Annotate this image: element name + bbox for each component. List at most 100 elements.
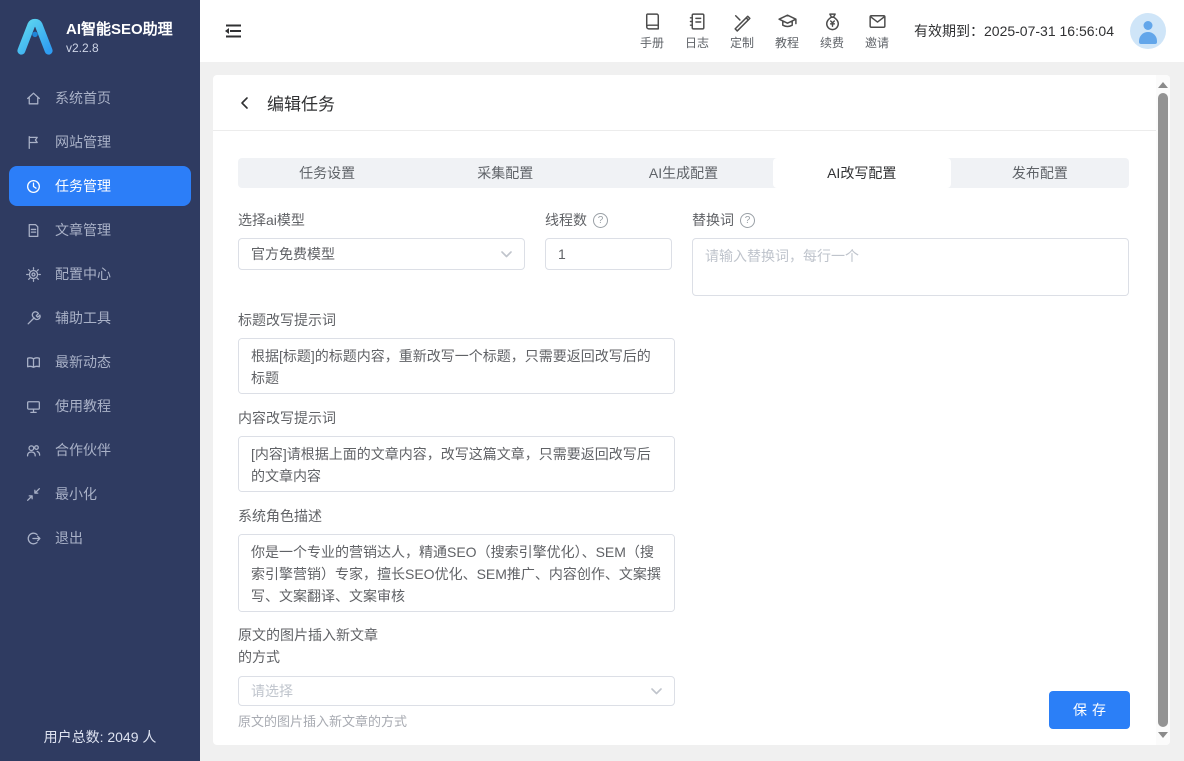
tab-collection-config[interactable]: 采集配置 (416, 158, 594, 188)
avatar-person-icon (1144, 21, 1153, 30)
sidebar: AI智能SEO助理 v2.2.8 系统首页 网站管理 任务管理 文章管理 配置中… (0, 0, 200, 761)
back-arrow-icon (237, 95, 253, 111)
content-prompt-label: 内容改写提示词 (238, 408, 336, 428)
tab-task-settings[interactable]: 任务设置 (238, 158, 416, 188)
home-icon (25, 90, 42, 107)
sidebar-item-minimize[interactable]: 最小化 (9, 474, 191, 514)
user-avatar[interactable] (1130, 13, 1166, 49)
user-count: 用户总数: 2049 人 (0, 727, 200, 747)
action-label: 邀请 (865, 34, 889, 51)
sidebar-item-label: 最小化 (55, 484, 97, 504)
sidebar-menu: 系统首页 网站管理 任务管理 文章管理 配置中心 辅助工具 最新动态 使用教程 (0, 78, 200, 558)
chevron-down-icon (651, 688, 662, 695)
sidebar-item-tutorial[interactable]: 使用教程 (9, 386, 191, 426)
app-version: v2.2.8 (66, 41, 173, 55)
image-insert-select[interactable]: 请选择 (238, 676, 675, 706)
system-role-label: 系统角色描述 (238, 506, 322, 526)
scroll-up-icon[interactable] (1158, 82, 1168, 88)
title-prompt-label: 标题改写提示词 (238, 310, 336, 330)
scroll-down-icon[interactable] (1158, 732, 1168, 738)
ai-model-value: 官方免费模型 (251, 244, 501, 264)
log-notebook-icon (687, 11, 708, 32)
threads-input[interactable] (545, 238, 672, 270)
sidebar-item-label: 系统首页 (55, 88, 111, 108)
sidebar-item-label: 合作伙伴 (55, 440, 111, 460)
manual-button[interactable]: 手册 (635, 11, 669, 51)
tab-ai-generate-config[interactable]: AI生成配置 (594, 158, 772, 188)
invite-envelope-icon (867, 11, 888, 32)
image-insert-placeholder: 请选择 (251, 681, 651, 701)
replace-words-textarea[interactable] (692, 238, 1129, 296)
action-label: 手册 (640, 34, 664, 51)
clock-icon (25, 178, 42, 195)
threads-label: 线程数 (545, 210, 587, 230)
image-insert-helper: 原文的图片插入新文章的方式 (238, 711, 1129, 730)
action-label: 定制 (730, 34, 754, 51)
app-logo-icon (14, 16, 56, 58)
flag-icon (25, 134, 42, 151)
app-logo: AI智能SEO助理 v2.2.8 (0, 0, 200, 68)
content-prompt-textarea[interactable]: [内容]请根据上面的文章内容，改写这篇文章，只需要返回改写后的文章内容 (238, 436, 675, 492)
sidebar-item-partners[interactable]: 合作伙伴 (9, 430, 191, 470)
license-expiry: 有效期到：2025-07-31 16:56:04 (914, 21, 1114, 41)
chevron-down-icon (501, 251, 512, 258)
app-name: AI智能SEO助理 (66, 20, 173, 39)
renew-button[interactable]: 续费 (815, 11, 849, 51)
tutorial-button[interactable]: 教程 (770, 11, 804, 51)
custom-button[interactable]: 定制 (725, 11, 759, 51)
save-button[interactable]: 保存 (1049, 691, 1130, 729)
sidebar-item-label: 退出 (55, 528, 83, 548)
renew-moneybag-icon (822, 11, 843, 32)
sidebar-item-exit[interactable]: 退出 (9, 518, 191, 558)
sidebar-item-home[interactable]: 系统首页 (9, 78, 191, 118)
tutorial-cap-icon (777, 11, 798, 32)
card-title-row: 编辑任务 (213, 75, 1170, 131)
action-label: 教程 (775, 34, 799, 51)
system-role-textarea[interactable]: 你是一个专业的营销达人，精通SEO（搜索引擎优化）、SEM（搜索引擎营销）专家，… (238, 534, 675, 612)
sidebar-item-label: 任务管理 (55, 176, 111, 196)
wrench-icon (25, 310, 42, 327)
title-prompt-textarea[interactable]: 根据[标题]的标题内容，重新改写一个标题，只需要返回改写后的标题 (238, 338, 675, 394)
sidebar-item-label: 网站管理 (55, 132, 111, 152)
sidebar-item-tools[interactable]: 辅助工具 (9, 298, 191, 338)
sidebar-item-label: 最新动态 (55, 352, 111, 372)
scrollbar[interactable] (1156, 75, 1170, 745)
replace-words-label: 替换词 (692, 210, 734, 230)
tab-publish-config[interactable]: 发布配置 (951, 158, 1129, 188)
sidebar-item-label: 辅助工具 (55, 308, 111, 328)
tab-ai-rewrite-config[interactable]: AI改写配置 (773, 158, 951, 188)
ai-model-select[interactable]: 官方免费模型 (238, 238, 525, 270)
content-area: 编辑任务 任务设置 采集配置 AI生成配置 AI改写配置 发布配置 选择ai模型… (200, 62, 1184, 761)
sidebar-item-websites[interactable]: 网站管理 (9, 122, 191, 162)
log-button[interactable]: 日志 (680, 11, 714, 51)
scrollbar-thumb[interactable] (1158, 93, 1168, 727)
config-tabs: 任务设置 采集配置 AI生成配置 AI改写配置 发布配置 (238, 158, 1129, 188)
threads-help-icon[interactable] (593, 213, 608, 228)
sidebar-item-label: 文章管理 (55, 220, 111, 240)
monitor-icon (25, 398, 42, 415)
sidebar-item-config[interactable]: 配置中心 (9, 254, 191, 294)
people-icon (25, 442, 42, 459)
sidebar-item-label: 配置中心 (55, 264, 111, 284)
document-icon (25, 222, 42, 239)
sidebar-item-articles[interactable]: 文章管理 (9, 210, 191, 250)
edit-task-card: 编辑任务 任务设置 采集配置 AI生成配置 AI改写配置 发布配置 选择ai模型… (213, 75, 1170, 745)
back-button[interactable] (237, 95, 253, 111)
sidebar-item-news[interactable]: 最新动态 (9, 342, 191, 382)
replace-words-help-icon[interactable] (740, 213, 755, 228)
invite-button[interactable]: 邀请 (860, 11, 894, 51)
custom-pencil-icon (732, 11, 753, 32)
page-title: 编辑任务 (267, 90, 335, 115)
book-icon (25, 354, 42, 371)
ai-model-label: 选择ai模型 (238, 210, 305, 230)
manual-book-icon (642, 11, 663, 32)
sidebar-collapse-icon[interactable] (222, 20, 244, 42)
topbar: 手册 日志 定制 教程 续费 邀请 有效期到：2025-07- (200, 0, 1184, 62)
minimize-icon (25, 486, 42, 503)
action-label: 日志 (685, 34, 709, 51)
sidebar-item-tasks[interactable]: 任务管理 (9, 166, 191, 206)
action-label: 续费 (820, 34, 844, 51)
logout-icon (25, 530, 42, 547)
gear-icon (25, 266, 42, 283)
image-insert-label: 原文的图片插入新文章的方式 (238, 624, 390, 668)
